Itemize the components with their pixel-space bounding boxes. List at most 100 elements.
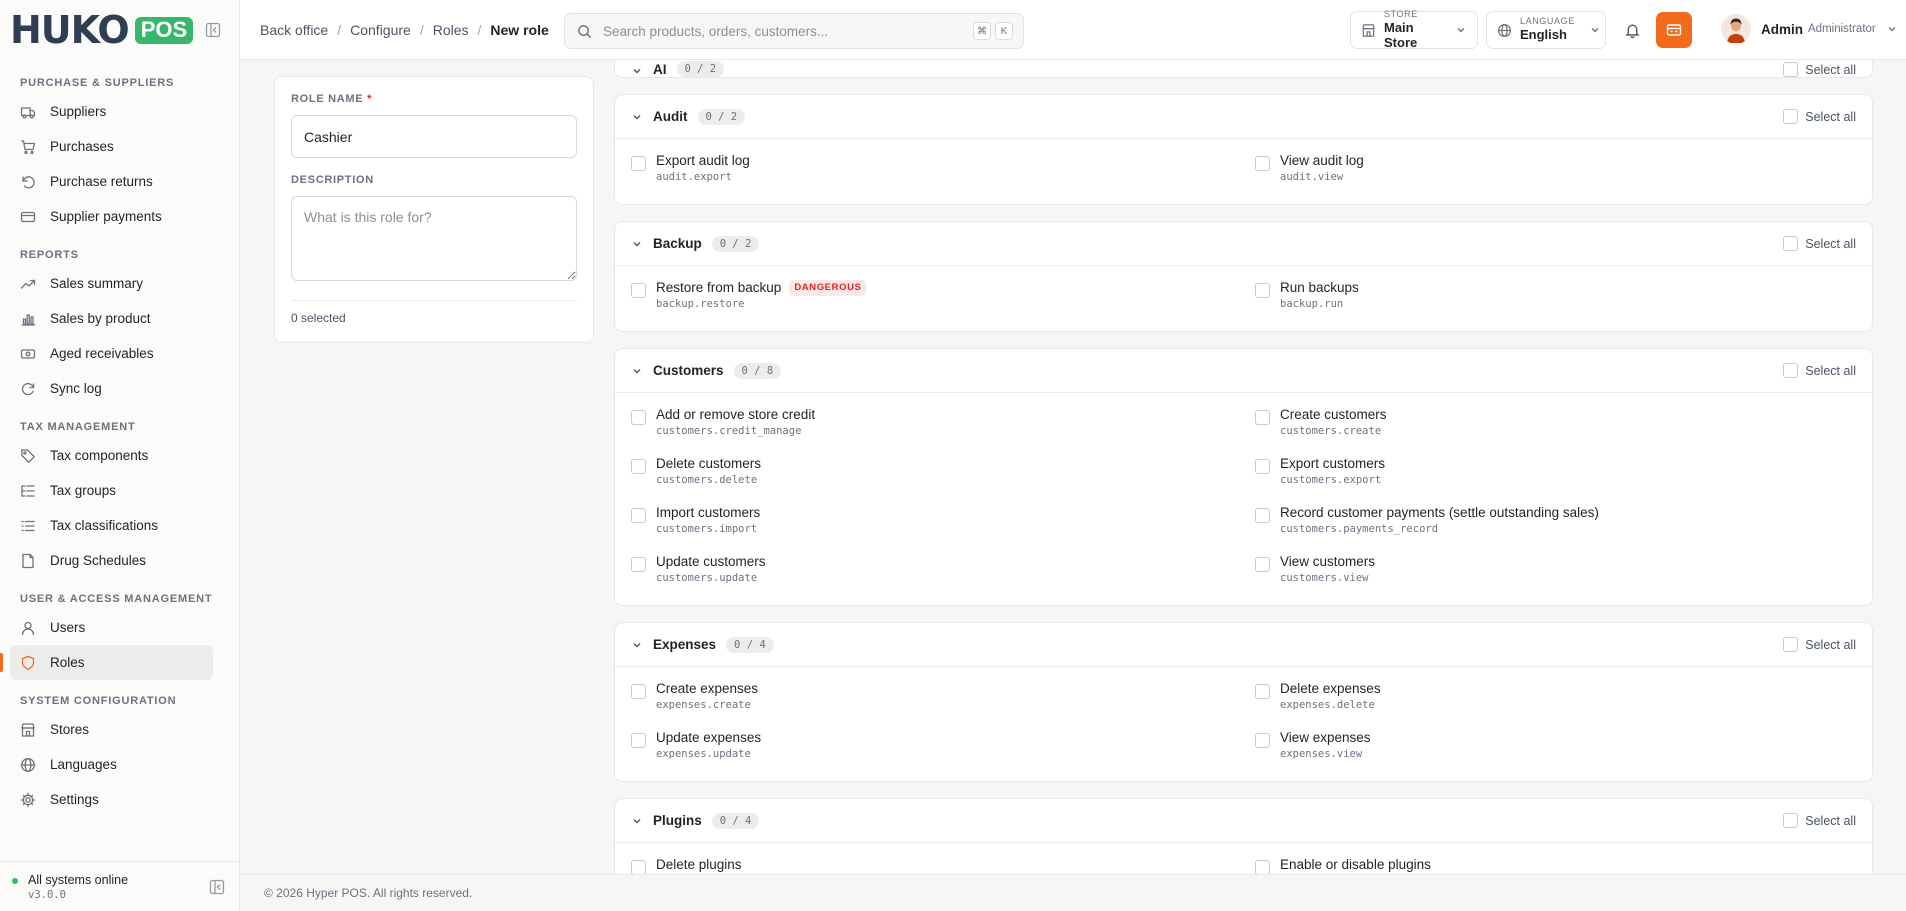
select-all-checkbox[interactable] <box>1783 236 1799 251</box>
select-all-toggle[interactable]: Select all <box>1783 813 1856 828</box>
permission-item[interactable]: Delete expenses expenses.delete <box>1255 675 1856 724</box>
breadcrumb-configure[interactable]: Configure <box>350 22 411 38</box>
permission-item[interactable]: View audit log audit.view <box>1255 147 1856 196</box>
permission-item[interactable]: Restore from backup DANGEROUS backup.resto… <box>631 274 1255 323</box>
permission-checkbox[interactable] <box>631 684 646 699</box>
permission-item[interactable]: Import customers customers.import <box>631 499 1255 548</box>
chevron-down-icon[interactable] <box>631 111 643 123</box>
sidebar-item-supplier-payments[interactable]: Supplier payments <box>10 199 213 234</box>
permission-item[interactable]: Enable or disable pluginsplugins.toggle <box>1255 851 1856 874</box>
group-header[interactable]: Audit 0 / 2 Select all <box>615 95 1872 139</box>
sidebar-item-tax-components[interactable]: Tax components <box>10 438 213 473</box>
sidebar-item-languages[interactable]: Languages <box>10 747 213 782</box>
chevron-down-icon[interactable] <box>631 65 643 77</box>
sidebar-item-users[interactable]: Users <box>10 610 213 645</box>
chevron-down-icon[interactable] <box>631 639 643 651</box>
permission-label: Export audit log <box>656 153 750 168</box>
group-header[interactable]: Expenses 0 / 4 Select all <box>615 623 1872 667</box>
permission-item[interactable]: Update expenses expenses.update <box>631 724 1255 773</box>
sidebar-collapse-icon[interactable] <box>205 22 221 38</box>
permission-item[interactable]: Export audit log audit.export <box>631 147 1255 196</box>
chevron-down-icon[interactable] <box>631 815 643 827</box>
user-menu[interactable]: Admin Administrator <box>1721 14 1898 44</box>
store-selector[interactable]: STORE Main Store <box>1350 10 1478 49</box>
permission-checkbox[interactable] <box>1255 459 1270 474</box>
permission-checkbox[interactable] <box>1255 684 1270 699</box>
select-all-toggle[interactable]: Select all <box>1783 637 1856 652</box>
brand-logo[interactable]: HUKO <box>10 11 130 49</box>
sidebar-item-settings[interactable]: Settings <box>10 782 213 817</box>
permission-key: customers.view <box>1280 572 1369 585</box>
sidebar-item-tax-classifications[interactable]: Tax classifications <box>10 508 213 543</box>
sidebar-item-sync-log[interactable]: Sync log <box>10 371 213 406</box>
permission-key: customers.create <box>1280 425 1382 438</box>
permission-checkbox[interactable] <box>631 156 646 171</box>
select-all-checkbox[interactable] <box>1783 62 1799 77</box>
permission-item[interactable]: Record customer payments (settle outstan… <box>1255 499 1856 548</box>
permission-checkbox[interactable] <box>631 557 646 572</box>
permission-checkbox[interactable] <box>1255 283 1270 298</box>
permission-item[interactable]: Create customers customers.create <box>1255 401 1856 450</box>
role-name-input[interactable] <box>291 115 577 158</box>
description-textarea[interactable] <box>291 196 577 281</box>
permission-checkbox[interactable] <box>631 410 646 425</box>
permission-key: customers.update <box>656 572 758 585</box>
sidebar-item-sales-by-product[interactable]: Sales by product <box>10 301 213 336</box>
sidebar-item-roles[interactable]: Roles <box>0 645 213 680</box>
open-pos-button[interactable] <box>1656 12 1692 48</box>
sidebar-toggle-icon[interactable] <box>209 879 225 895</box>
permission-checkbox[interactable] <box>1255 508 1270 523</box>
permission-item[interactable]: Add or remove store credit customers.cred… <box>631 401 1255 450</box>
sidebar-item-suppliers[interactable]: Suppliers <box>10 94 213 129</box>
permission-item[interactable]: Update customers customers.update <box>631 548 1255 597</box>
sidebar-item-sales-summary[interactable]: Sales summary <box>10 266 213 301</box>
banknote-icon <box>20 346 36 362</box>
global-search[interactable]: ⌘ K <box>564 13 1024 49</box>
group-header[interactable]: AI 0 / 2 Select all <box>615 60 1872 77</box>
permission-checkbox[interactable] <box>631 508 646 523</box>
permission-checkbox[interactable] <box>1255 410 1270 425</box>
breadcrumb-roles[interactable]: Roles <box>433 22 469 38</box>
permission-checkbox[interactable] <box>631 459 646 474</box>
sidebar-item-stores[interactable]: Stores <box>10 712 213 747</box>
permission-checkbox[interactable] <box>1255 557 1270 572</box>
permission-item[interactable]: Run backups backup.run <box>1255 274 1856 323</box>
search-input[interactable] <box>603 23 969 39</box>
chevron-down-icon[interactable] <box>631 238 643 250</box>
truck-icon <box>20 104 36 120</box>
chevron-down-icon[interactable] <box>631 365 643 377</box>
select-all-checkbox[interactable] <box>1783 109 1799 124</box>
sidebar-item-aged-receivables[interactable]: Aged receivables <box>10 336 213 371</box>
permission-checkbox[interactable] <box>631 860 646 874</box>
permission-item[interactable]: Create expenses expenses.create <box>631 675 1255 724</box>
group-header[interactable]: Customers 0 / 8 Select all <box>615 349 1872 393</box>
select-all-toggle[interactable]: Select all <box>1783 363 1856 378</box>
store-icon <box>1361 23 1376 38</box>
permission-item[interactable]: Export customers customers.export <box>1255 450 1856 499</box>
sidebar-item-tax-groups[interactable]: Tax groups <box>10 473 213 508</box>
breadcrumb-back-office[interactable]: Back office <box>260 22 328 38</box>
sidebar-item-purchase-returns[interactable]: Purchase returns <box>10 164 213 199</box>
select-all-toggle[interactable]: Select all <box>1783 236 1856 251</box>
permission-checkbox[interactable] <box>631 283 646 298</box>
permission-checkbox[interactable] <box>1255 860 1270 874</box>
permission-item[interactable]: View customers customers.view <box>1255 548 1856 597</box>
permission-checkbox[interactable] <box>1255 156 1270 171</box>
select-all-toggle[interactable]: Select all <box>1783 62 1856 77</box>
permission-group-expenses: Expenses 0 / 4 Select all Create expenses ex… <box>614 622 1873 782</box>
notifications-bell-icon[interactable] <box>1624 22 1641 39</box>
permission-item[interactable]: View expenses expenses.view <box>1255 724 1856 773</box>
permission-checkbox[interactable] <box>1255 733 1270 748</box>
select-all-checkbox[interactable] <box>1783 813 1799 828</box>
select-all-checkbox[interactable] <box>1783 637 1799 652</box>
permission-checkbox[interactable] <box>631 733 646 748</box>
sidebar-item-drug-schedules[interactable]: Drug Schedules <box>10 543 213 578</box>
group-header[interactable]: Backup 0 / 2 Select all <box>615 222 1872 266</box>
sidebar-item-purchases[interactable]: Purchases <box>10 129 213 164</box>
permission-item[interactable]: Delete pluginsplugins.delete <box>631 851 1255 874</box>
permission-item[interactable]: Delete customers customers.delete <box>631 450 1255 499</box>
select-all-toggle[interactable]: Select all <box>1783 109 1856 124</box>
language-selector[interactable]: LANGUAGE English <box>1486 11 1606 49</box>
group-header[interactable]: Plugins 0 / 4 Select all <box>615 799 1872 843</box>
select-all-checkbox[interactable] <box>1783 363 1799 378</box>
